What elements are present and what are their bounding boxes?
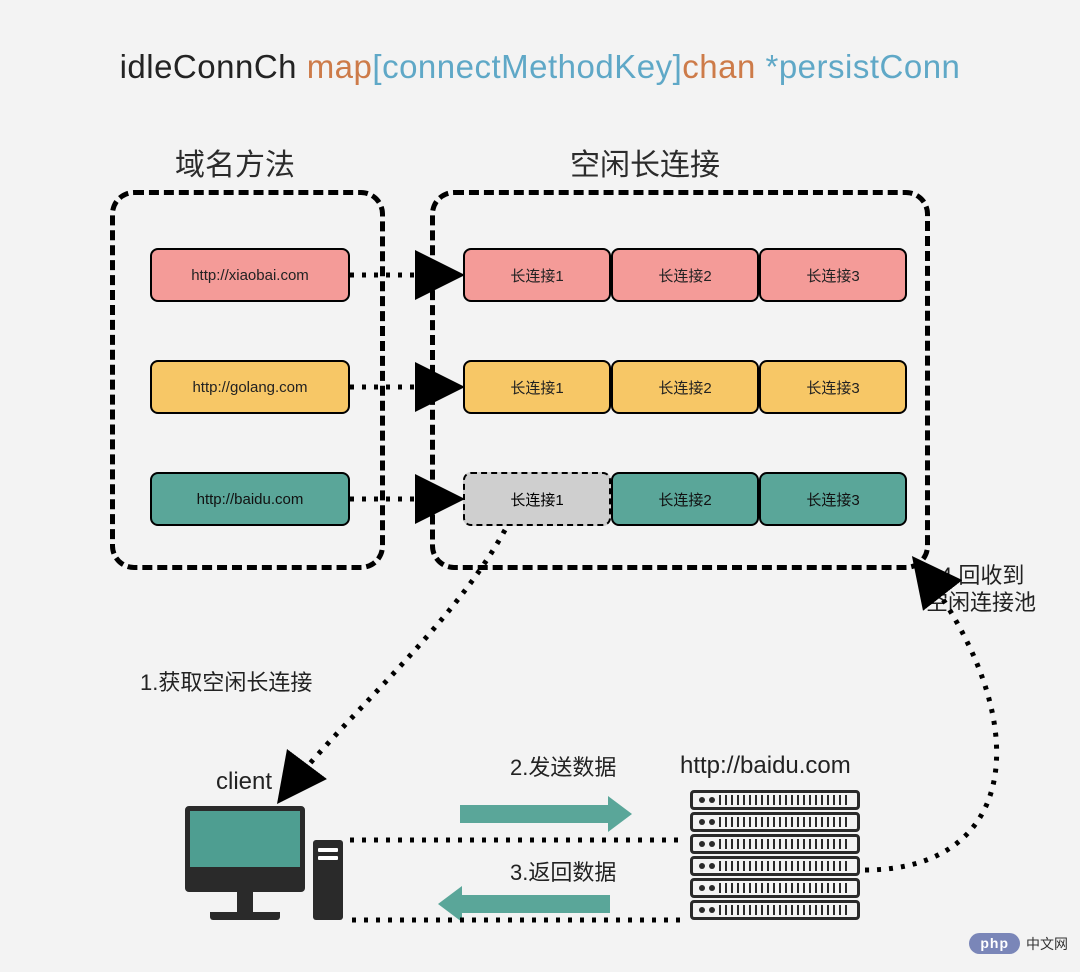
- title-lbracket: [: [372, 48, 382, 85]
- step-4-label-line2: 空闲连接池: [926, 585, 1036, 617]
- key-xiaobai: http://xiaobai.com: [150, 248, 350, 302]
- title-star: *: [765, 48, 778, 85]
- conn-baidu-3: 长连接3: [759, 472, 907, 526]
- step-2-label: 2.发送数据: [510, 750, 616, 782]
- conn-baidu-1-borrowed: 长连接1: [463, 472, 611, 526]
- title-rbracket: ]: [673, 48, 683, 85]
- step-1-label: 1.获取空闲长连接: [140, 665, 312, 697]
- title-idleConnCh: idleConnCh: [120, 48, 307, 85]
- conn-golang-1: 长连接1: [463, 360, 611, 414]
- conn-golang-3: 长连接3: [759, 360, 907, 414]
- watermark-text: 中文网: [1026, 934, 1068, 954]
- title-connectMethodKey: connectMethodKey: [382, 48, 673, 85]
- return-arrow-icon: [460, 895, 610, 913]
- keys-section-title: 域名方法: [175, 140, 295, 184]
- watermark: php 中文网: [969, 933, 1068, 954]
- php-badge-icon: php: [969, 933, 1020, 954]
- conn-xiaobai-3: 长连接3: [759, 248, 907, 302]
- server-rack-icon: [690, 790, 860, 922]
- step-3-label: 3.返回数据: [510, 855, 616, 887]
- client-computer-icon: [185, 806, 305, 920]
- server-url-label: http://baidu.com: [680, 752, 851, 780]
- title-chan: chan: [682, 48, 765, 85]
- title-map: map: [307, 48, 373, 85]
- conn-xiaobai-1: 长连接1: [463, 248, 611, 302]
- conn-golang-2: 长连接2: [611, 360, 759, 414]
- conns-section-title: 空闲长连接: [570, 140, 720, 184]
- client-label: client: [216, 768, 272, 796]
- conn-xiaobai-2: 长连接2: [611, 248, 759, 302]
- key-baidu: http://baidu.com: [150, 472, 350, 526]
- key-golang: http://golang.com: [150, 360, 350, 414]
- send-arrow-icon: [460, 805, 610, 823]
- path-step1: [280, 530, 505, 800]
- type-expression-title: idleConnCh map[connectMethodKey]chan *pe…: [0, 48, 1080, 86]
- title-persistConn: persistConn: [779, 48, 961, 85]
- conn-baidu-2: 长连接2: [611, 472, 759, 526]
